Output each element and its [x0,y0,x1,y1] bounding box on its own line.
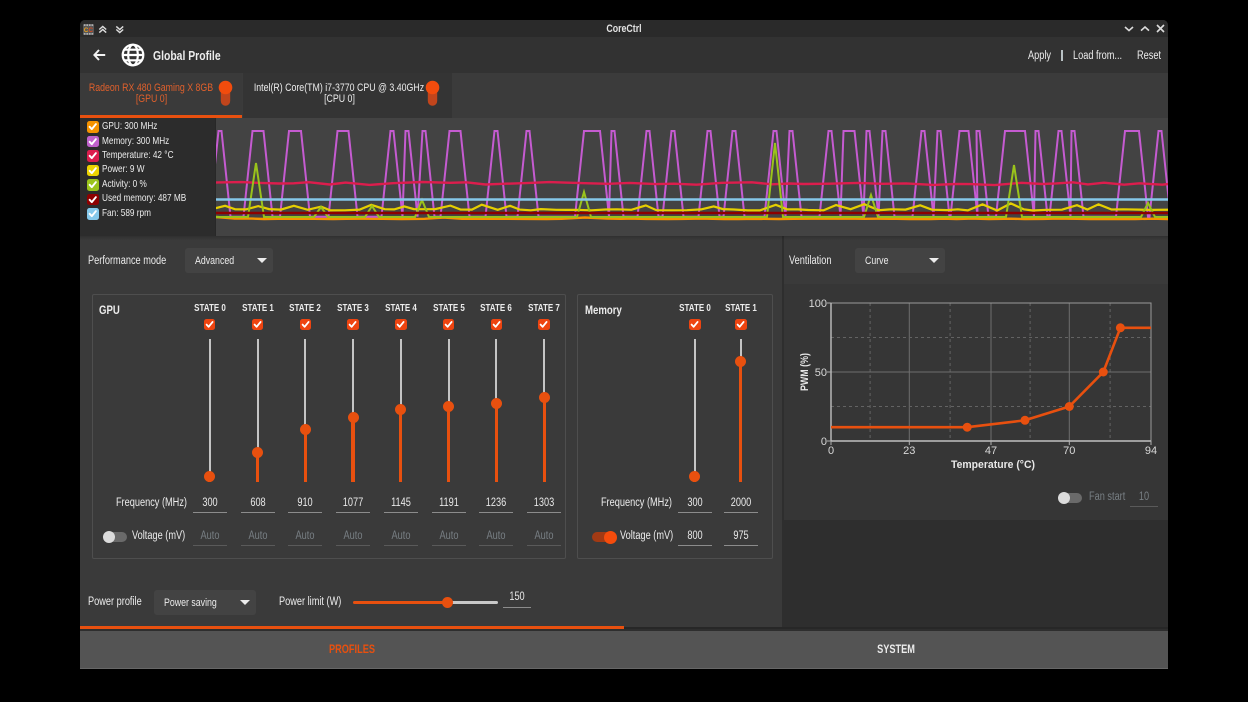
svg-text:PWM (%): PWM (%) [799,353,811,391]
svg-text:Temperature (°C): Temperature (°C) [951,459,1035,471]
svg-text:0: 0 [828,445,834,457]
svg-text:94: 94 [1145,445,1157,457]
svg-text:70: 70 [1063,445,1075,457]
svg-text:C: C [88,27,93,34]
svg-text:100: 100 [809,298,827,310]
svg-text:47: 47 [985,445,997,457]
svg-text:50: 50 [815,367,827,379]
svg-text:0: 0 [821,436,827,448]
svg-text:23: 23 [903,445,915,457]
